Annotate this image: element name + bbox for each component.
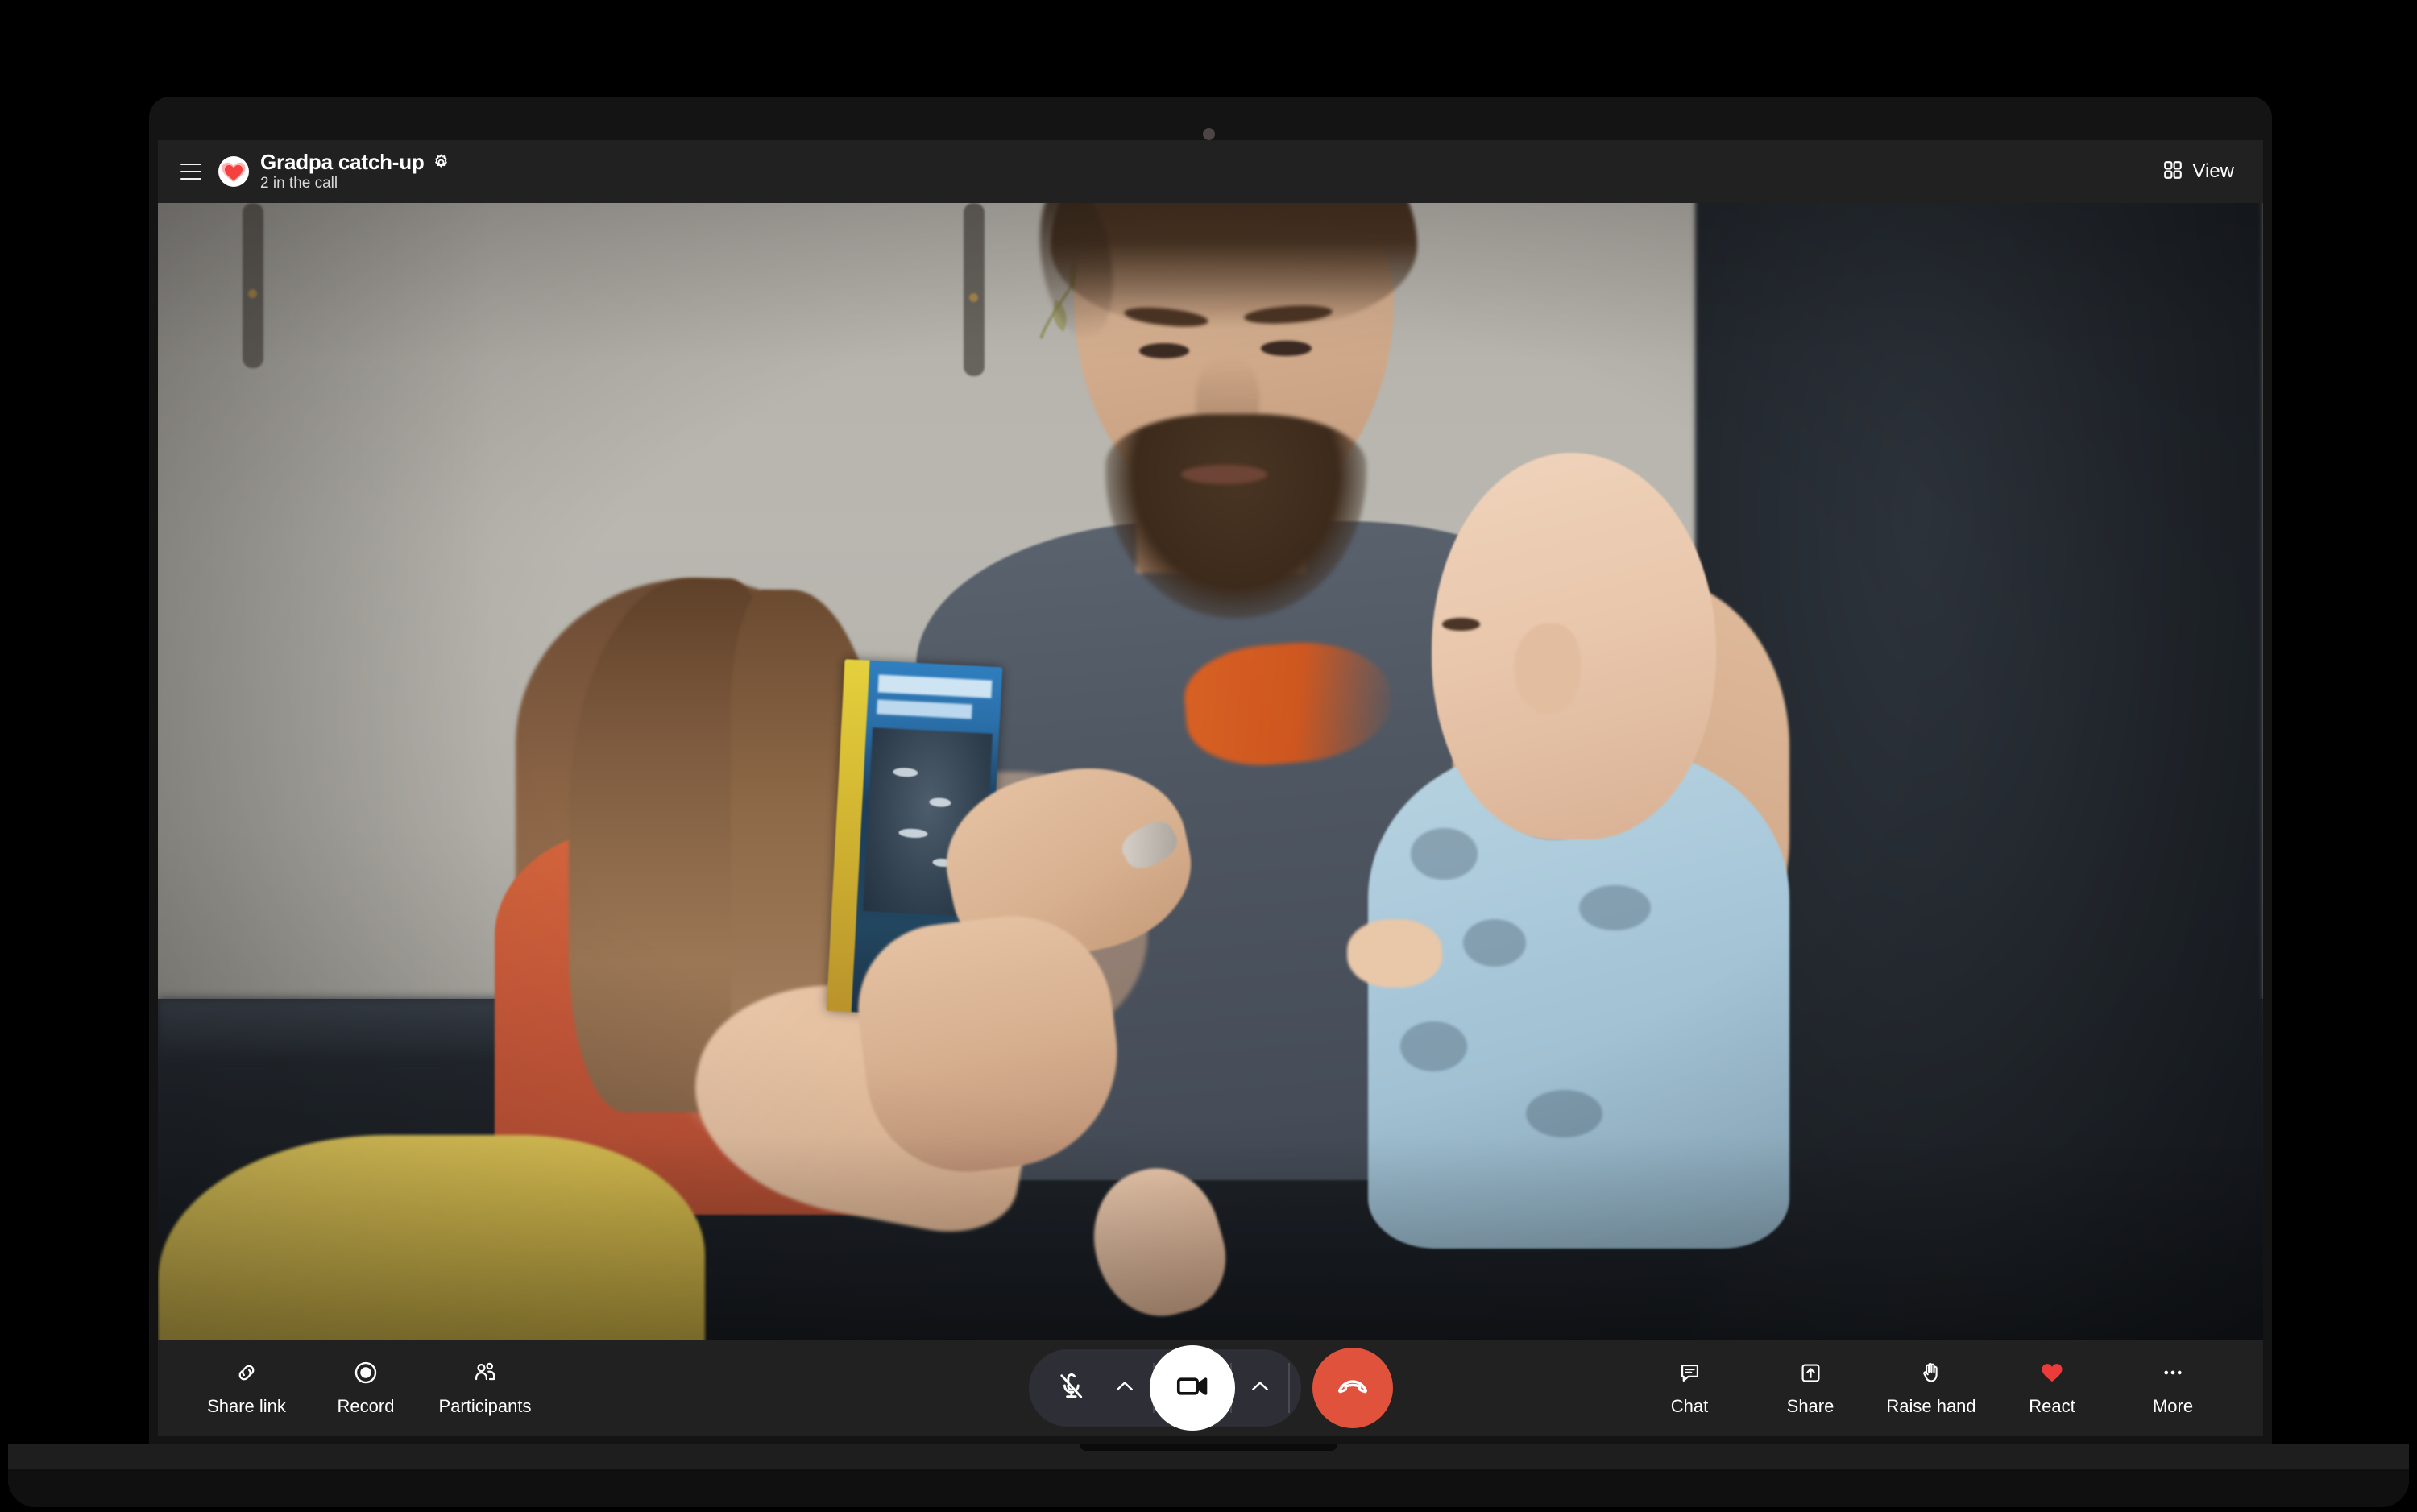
phone-hangup-icon	[1336, 1369, 1370, 1407]
baby-onesie-pattern-5	[1399, 1021, 1468, 1071]
toolbar-right-group: Chat Share Raise hand React More	[1631, 1353, 2263, 1423]
heart-icon	[2040, 1359, 2064, 1386]
chat-label: Chat	[1670, 1396, 1709, 1416]
mic-off-icon	[1056, 1371, 1087, 1406]
baby-hand	[1347, 918, 1442, 988]
chevron-up-icon	[1248, 1374, 1272, 1402]
microphone-toggle-button[interactable]	[1043, 1352, 1100, 1424]
grid-view-icon	[2162, 159, 2183, 184]
react-button[interactable]: React	[1994, 1353, 2110, 1423]
baby-eye	[1441, 618, 1480, 631]
call-controls-pill	[1028, 1345, 1301, 1431]
view-button[interactable]: View	[2159, 155, 2237, 189]
video-feed[interactable]	[158, 203, 2263, 1340]
baby-onesie-pattern-1	[1410, 828, 1478, 880]
record-icon	[354, 1359, 378, 1386]
baby-onesie-pattern-6	[1526, 1089, 1602, 1137]
call-controls	[1028, 1345, 1393, 1431]
toolbar-left-group: Share link Record Participants	[158, 1353, 543, 1423]
laptop-base-notch	[1080, 1444, 1337, 1451]
share-link-label: Share link	[207, 1396, 286, 1416]
video-call-app-window: Gradpa catch-up 2 in the call View Share…	[158, 140, 2263, 1436]
view-button-label: View	[2192, 160, 2234, 182]
page-title: Gradpa catch-up	[260, 150, 425, 175]
people-icon	[473, 1359, 497, 1386]
chat-button[interactable]: Chat	[1631, 1353, 1747, 1423]
more-button[interactable]: More	[2115, 1353, 2231, 1423]
app-header: Gradpa catch-up 2 in the call View	[158, 140, 2263, 203]
heart-logo-icon	[218, 155, 250, 188]
video-camera-icon	[1174, 1368, 1211, 1409]
share-link-button[interactable]: Share link	[189, 1353, 305, 1423]
baby-ear	[1513, 623, 1582, 715]
ellipsis-icon	[2161, 1359, 2185, 1386]
share-label: Share	[1786, 1396, 1835, 1416]
wall-hanging-left	[243, 203, 263, 368]
man-mouth	[1180, 464, 1268, 484]
video-scene	[158, 203, 2263, 1340]
raised-hand-icon	[1919, 1359, 1943, 1386]
raise-hand-button[interactable]: Raise hand	[1873, 1353, 1989, 1423]
controls-divider-hangup	[1287, 1363, 1290, 1413]
react-label: React	[2029, 1396, 2075, 1416]
share-button[interactable]: Share	[1752, 1353, 1868, 1423]
participants-label: Participants	[438, 1396, 532, 1416]
camera-toggle-button[interactable]	[1149, 1345, 1235, 1431]
more-label: More	[2152, 1396, 2194, 1416]
link-icon	[234, 1359, 259, 1386]
chevron-up-icon	[1113, 1374, 1137, 1402]
record-label: Record	[337, 1396, 395, 1416]
hamburger-menu-icon[interactable]	[176, 158, 206, 185]
webcam-dot	[1203, 128, 1215, 140]
baby-onesie-pattern-4	[1578, 884, 1651, 931]
meeting-info: Gradpa catch-up 2 in the call	[260, 151, 450, 193]
share-upload-icon	[1799, 1359, 1822, 1386]
chat-bubble-icon	[1678, 1359, 1702, 1386]
call-toolbar: Share link Record Participants Chat Shar…	[158, 1340, 2263, 1436]
participants-status: 2 in the call	[260, 175, 338, 193]
baby-onesie-pattern-3	[1463, 918, 1527, 967]
participants-button[interactable]: Participants	[427, 1353, 543, 1423]
laptop-base-lower	[8, 1469, 2409, 1507]
screenshot-root: Gradpa catch-up 2 in the call View Share…	[0, 0, 2417, 1512]
gear-icon[interactable]	[432, 153, 450, 172]
end-call-button[interactable]	[1312, 1348, 1393, 1428]
book-title-line-1	[877, 675, 993, 699]
raise-hand-label: Raise hand	[1886, 1396, 1976, 1416]
record-button[interactable]: Record	[308, 1353, 424, 1423]
book-title-line-2	[877, 699, 972, 719]
microphone-options-button[interactable]	[1100, 1352, 1150, 1424]
wall-shadow-left	[158, 203, 495, 1034]
camera-options-button[interactable]	[1235, 1352, 1285, 1424]
